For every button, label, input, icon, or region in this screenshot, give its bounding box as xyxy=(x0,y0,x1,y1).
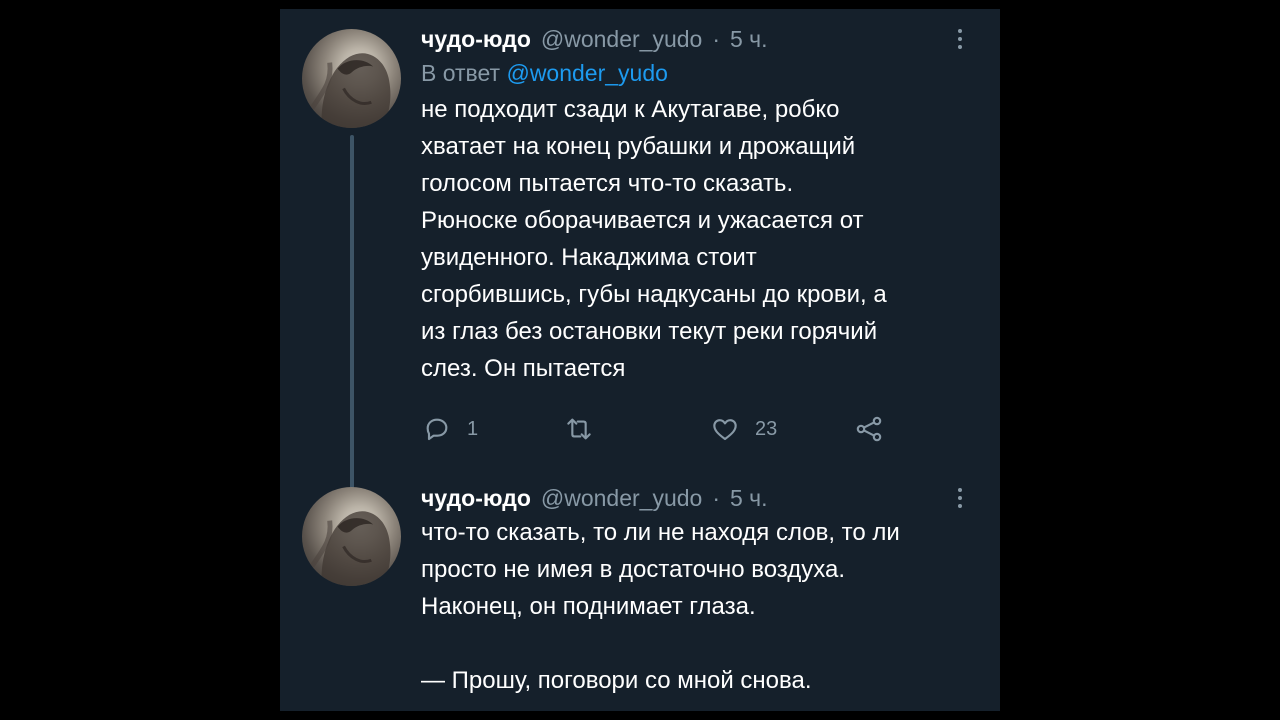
timestamp[interactable]: 5 ч. xyxy=(730,485,768,512)
share-icon xyxy=(856,416,882,442)
separator-dot: · xyxy=(712,25,720,52)
reply-to-line: В ответ @wonder_yudo xyxy=(421,55,976,91)
author-handle[interactable]: @wonder_yudo xyxy=(541,485,702,512)
tweet[interactable]: чудо-юдо @wonder_yudo · 5 ч. что-то сказ… xyxy=(421,482,976,699)
author-name[interactable]: чудо-юдо xyxy=(421,485,531,512)
reply-count: 1 xyxy=(467,417,479,440)
like-button[interactable]: 23 xyxy=(709,411,777,447)
share-button[interactable] xyxy=(853,411,885,447)
avatar-image xyxy=(309,511,391,586)
retweet-button[interactable] xyxy=(563,411,609,447)
tweet-header: чудо-юдо @wonder_yudo · 5 ч. xyxy=(421,23,976,55)
separator-dot: · xyxy=(712,484,720,511)
tweet-thread: чудо-юдо @wonder_yudo · 5 ч. В ответ @wo… xyxy=(280,9,1000,711)
thread-connector-line xyxy=(350,135,354,491)
tweet-header: чудо-юдо @wonder_yudo · 5 ч. xyxy=(421,482,976,514)
author-name[interactable]: чудо-юдо xyxy=(421,26,531,53)
like-count: 23 xyxy=(755,417,778,440)
timestamp[interactable]: 5 ч. xyxy=(730,26,768,53)
reply-button[interactable]: 1 xyxy=(421,411,478,447)
avatar[interactable] xyxy=(302,29,401,128)
author-handle[interactable]: @wonder_yudo xyxy=(541,26,702,53)
reply-to-handle-link[interactable]: @wonder_yudo xyxy=(506,60,667,86)
reply-to-prefix: В ответ xyxy=(421,60,501,86)
tweet-actions: 1 23 xyxy=(421,411,921,447)
tweet-text: не подходит сзади к Акутагаве, робко хва… xyxy=(421,96,887,382)
reply-icon xyxy=(426,418,448,441)
more-options-icon[interactable] xyxy=(950,23,970,55)
more-options-icon[interactable] xyxy=(950,482,970,514)
tweet-text: что-то сказать, то ли не находя слов, то… xyxy=(421,519,900,694)
tweet[interactable]: чудо-юдо @wonder_yudo · 5 ч. В ответ @wo… xyxy=(421,23,976,387)
avatar[interactable] xyxy=(302,487,401,586)
avatar-image xyxy=(309,53,391,128)
heart-icon xyxy=(713,419,737,441)
retweet-icon xyxy=(567,418,591,440)
